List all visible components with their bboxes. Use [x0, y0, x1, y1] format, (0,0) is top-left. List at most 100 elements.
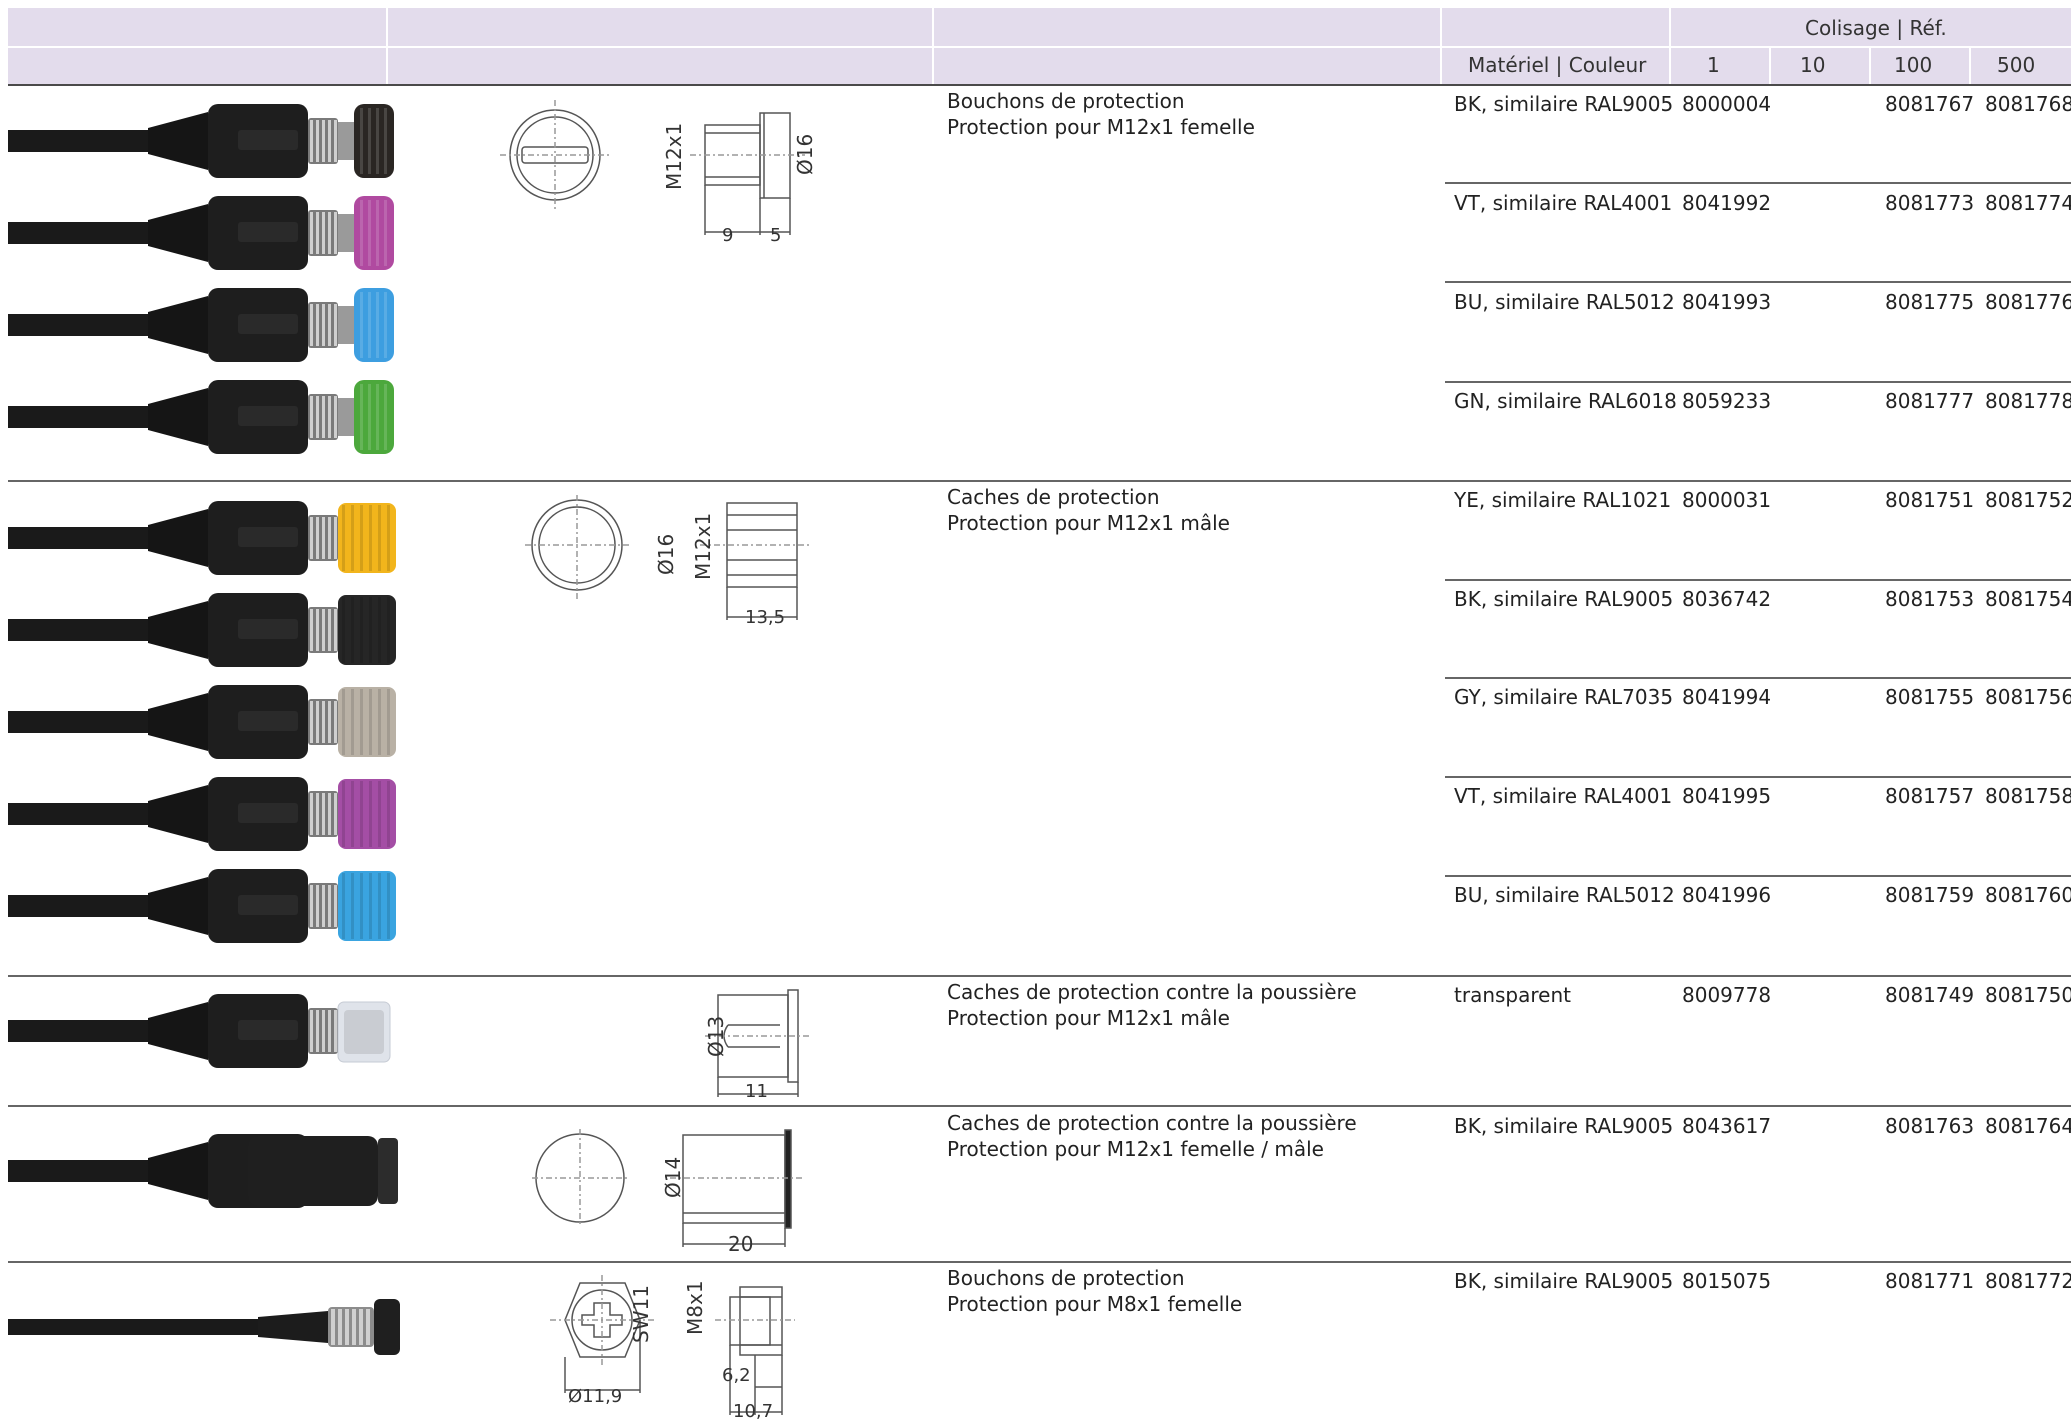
- row-separator: [1445, 182, 2071, 184]
- material-cell: BU, similaire RAL5012: [1454, 290, 1675, 314]
- dim-label: 10,7: [733, 1401, 773, 1419]
- material-cell: GN, similaire RAL6018: [1454, 389, 1677, 413]
- connector-photo: [8, 777, 396, 851]
- ref-500-cell: 8081750: [1985, 983, 2071, 1007]
- ref-500-cell: 8081758: [1985, 784, 2071, 808]
- dim-label: SW11: [629, 1285, 653, 1343]
- material-cell: VT, similaire RAL4001: [1454, 191, 1673, 215]
- catalog-page: { "header": { "colisage_label": "Colisag…: [0, 0, 2071, 1419]
- ref-500-cell: 8081772: [1985, 1269, 2071, 1293]
- ref-500-cell: 8081774: [1985, 191, 2071, 215]
- ref-500-cell: 8081760: [1985, 883, 2071, 907]
- ref-1-cell: 8036742: [1682, 587, 1772, 611]
- material-cell: BK, similaire RAL9005: [1454, 1114, 1674, 1138]
- material-cell: BK, similaire RAL9005: [1454, 92, 1674, 116]
- ref-100-cell: 8081753: [1885, 587, 1975, 611]
- technical-drawing: Ø16 M12x1 13,5: [525, 495, 810, 628]
- group-subtitle: Protection pour M12x1 femelle / mâle: [947, 1137, 1324, 1161]
- dim-label: Ø16: [654, 534, 678, 575]
- dim-label: 6,2: [722, 1365, 751, 1386]
- ref-100-cell: 8081767: [1885, 92, 1975, 116]
- ref-100-cell: 8081771: [1885, 1269, 1975, 1293]
- technical-drawing: M12x1 Ø16 9 5: [500, 100, 817, 246]
- dim-label: 13,5: [745, 607, 785, 628]
- ref-1-cell: 8043617: [1682, 1114, 1772, 1138]
- ref-500-cell: 8081756: [1985, 685, 2071, 709]
- ref-500-cell: 8081754: [1985, 587, 2071, 611]
- group-title: Bouchons de protection: [947, 1266, 1185, 1290]
- connector-photo: [8, 1299, 400, 1355]
- ref-1-cell: 8000031: [1682, 488, 1772, 512]
- ref-100-cell: 8081763: [1885, 1114, 1975, 1138]
- technical-drawing: Ø14 20: [532, 1129, 805, 1255]
- connector-photo: [8, 380, 394, 454]
- ref-1-cell: 8041995: [1682, 784, 1772, 808]
- connector-photo: [8, 685, 396, 759]
- ref-500-cell: 8081768: [1985, 92, 2071, 116]
- row-separator: [1445, 875, 2071, 877]
- row-separator: [1445, 579, 2071, 581]
- group-subtitle: Protection pour M12x1 mâle: [947, 1006, 1230, 1030]
- group-separator: [8, 1105, 2071, 1107]
- ref-1-cell: 8041996: [1682, 883, 1772, 907]
- technical-drawing: Ø13 11: [704, 989, 812, 1100]
- connector-photo: [8, 288, 394, 362]
- connector-photo: [8, 196, 394, 270]
- dim-label: Ø11,9: [568, 1386, 622, 1407]
- dim-label: M12x1: [662, 123, 686, 190]
- dim-label: 11: [745, 1081, 768, 1100]
- group-separator: [8, 480, 2071, 482]
- group-subtitle: Protection pour M12x1 mâle: [947, 511, 1230, 535]
- ref-1-cell: 8000004: [1682, 92, 1772, 116]
- connector-photo: [8, 994, 391, 1068]
- material-header: Matériel | Couleur: [1468, 53, 1647, 77]
- dim-label: M8x1: [683, 1280, 707, 1335]
- ref-1-cell: 8059233: [1682, 389, 1772, 413]
- group-title: Caches de protection contre la poussière: [947, 980, 1357, 1004]
- dim-label: Ø14: [661, 1157, 685, 1198]
- material-cell: GY, similaire RAL7035: [1454, 685, 1674, 709]
- material-cell: YE, similaire RAL1021: [1454, 488, 1672, 512]
- group-title: Caches de protection: [947, 485, 1160, 509]
- ref-100-cell: 8081751: [1885, 488, 1975, 512]
- ref-1-cell: 8041993: [1682, 290, 1772, 314]
- material-cell: BK, similaire RAL9005: [1454, 1269, 1674, 1293]
- row-separator: [1445, 776, 2071, 778]
- connector-photo: [8, 104, 394, 178]
- dim-label: 5: [770, 225, 781, 246]
- dim-label: Ø16: [793, 134, 817, 175]
- dim-label: 9: [722, 225, 733, 246]
- material-cell: BU, similaire RAL5012: [1454, 883, 1675, 907]
- ref-500-cell: 8081764: [1985, 1114, 2071, 1138]
- ref-100-cell: 8081755: [1885, 685, 1975, 709]
- ref-100-cell: 8081777: [1885, 389, 1975, 413]
- dim-label: Ø13: [704, 1016, 728, 1057]
- ref-100-cell: 8081775: [1885, 290, 1975, 314]
- group-title: Caches de protection contre la poussière: [947, 1111, 1357, 1135]
- ref-1-cell: 8009778: [1682, 983, 1772, 1007]
- connector-photo: [8, 501, 396, 575]
- material-cell: transparent: [1454, 983, 1571, 1007]
- group-title: Bouchons de protection: [947, 89, 1185, 113]
- row-separator: [1445, 281, 2071, 283]
- qty-500-header: 500: [1997, 53, 2036, 77]
- ref-100-cell: 8081749: [1885, 983, 1975, 1007]
- group-subtitle: Protection pour M12x1 femelle: [947, 115, 1255, 139]
- ref-100-cell: 8081759: [1885, 883, 1975, 907]
- ref-1-cell: 8041994: [1682, 685, 1772, 709]
- connector-photo: [8, 593, 396, 667]
- ref-500-cell: 8081778: [1985, 389, 2071, 413]
- dim-label: 20: [728, 1232, 753, 1255]
- row-separator: [1445, 381, 2071, 383]
- ref-100-cell: 8081773: [1885, 191, 1975, 215]
- connector-photo: [8, 869, 396, 943]
- dim-label: M12x1: [691, 513, 715, 580]
- connector-photo: [8, 1134, 398, 1208]
- colisage-header: Colisage | Réf.: [1805, 16, 1947, 40]
- group-separator: [8, 975, 2071, 977]
- material-cell: VT, similaire RAL4001: [1454, 784, 1673, 808]
- ref-500-cell: 8081752: [1985, 488, 2071, 512]
- ref-500-cell: 8081776: [1985, 290, 2071, 314]
- qty-1-header: 1: [1707, 53, 1720, 77]
- qty-10-header: 10: [1800, 53, 1826, 77]
